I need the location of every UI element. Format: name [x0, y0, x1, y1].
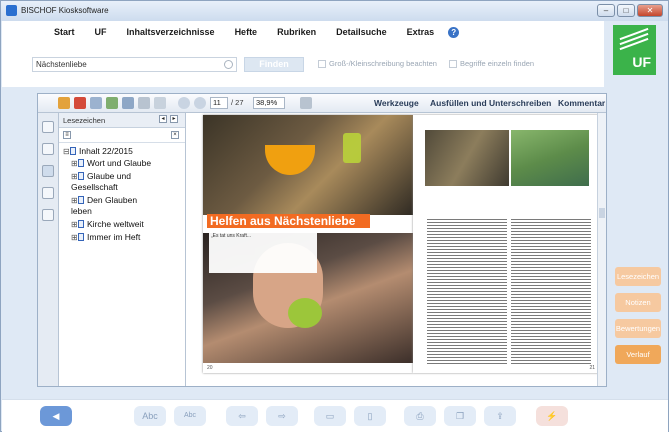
scroll-thumb[interactable] [599, 208, 605, 218]
single-page-button[interactable]: ▭ [314, 406, 346, 426]
bookmark-item[interactable]: ⊞ Immer im Heft [71, 232, 181, 243]
help-icon[interactable]: ? [448, 26, 460, 38]
attachment-icon[interactable] [42, 187, 54, 199]
kitchen-photo [425, 130, 509, 186]
pull-quote: „Es tat uns Kraft... [209, 231, 317, 273]
page-total: / 27 [231, 98, 244, 107]
maximize-button[interactable]: □ [617, 4, 635, 17]
fill-sign-tab[interactable]: Ausfüllen und Unterschreiben [430, 98, 551, 108]
single-terms-checkbox[interactable] [449, 60, 457, 68]
tab-bewertungen[interactable]: Bewertungen [615, 319, 661, 338]
pdf-viewer: 11 / 27 38,9% Werkzeuge Ausfüllen und Un… [37, 93, 607, 387]
collapse-panel-button[interactable]: ◂ [159, 115, 167, 123]
bookmark-item[interactable]: ⊞ Wort und Glaube [71, 158, 181, 169]
create-icon[interactable] [58, 97, 70, 109]
bookmark-root[interactable]: ⊟ Inhalt 22/2015 [63, 146, 133, 157]
glass [343, 133, 361, 163]
search-bar: Nächstenliebe Finden Groß-/Kleinschreibu… [2, 43, 604, 87]
apple [288, 298, 322, 328]
close-button[interactable]: ✕ [637, 4, 663, 17]
lock-icon[interactable] [42, 121, 54, 133]
copy-button[interactable]: ❐ [444, 406, 476, 426]
save-icon[interactable] [122, 97, 134, 109]
page-number-left: 20 [207, 365, 213, 371]
case-sensitive-label: Groß-/Kleinschreibung beachten [329, 59, 437, 68]
bookmark-list: ⊟ Inhalt 22/2015 ⊞ Wort und Glaube ⊞ Glaube… [59, 144, 185, 386]
text-column-2 [511, 217, 591, 365]
pdf-icon[interactable] [74, 97, 86, 109]
page-down-icon[interactable] [194, 97, 206, 109]
double-page-button[interactable]: ▯ [354, 406, 386, 426]
outdoor-photo [511, 130, 589, 186]
pdf-toolbar: 11 / 27 38,9% Werkzeuge Ausfüllen und Un… [38, 94, 606, 113]
font-larger-button[interactable]: Abc [134, 406, 166, 426]
tab-lesezeichen[interactable]: Lesezeichen [615, 267, 661, 286]
page-number-input[interactable]: 11 [210, 97, 228, 109]
logo-text: UF [632, 54, 651, 70]
main-menu: Start UF Inhaltsverzeichnisse Hefte Rubr… [2, 21, 604, 43]
bookmark-item[interactable]: ⊞ Glaube und Gesellschaft [71, 171, 159, 193]
back-button[interactable]: ◀ [40, 406, 72, 426]
export-button[interactable]: ⇪ [484, 406, 516, 426]
menu-detailsuche[interactable]: Detailsuche [336, 27, 387, 37]
page-number-right: 21 [589, 365, 595, 371]
left-page: Helfen aus Nächstenliebe „Es tat uns Kra… [203, 115, 413, 373]
print-button[interactable]: ⎙ [404, 406, 436, 426]
text-column-1 [427, 217, 507, 365]
prev-page-button[interactable]: ⇦ [226, 406, 258, 426]
navigation-pane [38, 113, 59, 386]
bookmark-options-icon[interactable]: ≡ [63, 131, 71, 139]
soup-photo [203, 115, 413, 215]
tools-tab[interactable]: Werkzeuge [374, 98, 419, 108]
menu-extras[interactable]: Extras [407, 27, 435, 37]
structure-icon[interactable] [42, 209, 54, 221]
article-headline: Helfen aus Nächstenliebe [207, 214, 370, 228]
fit-page-icon[interactable] [300, 97, 312, 109]
bookmarks-title: Lesezeichen [63, 116, 106, 125]
single-terms-label: Begriffe einzeln finden [460, 59, 535, 68]
search-input[interactable]: Nächstenliebe [32, 57, 237, 72]
right-page: 21 [413, 115, 599, 373]
pages-icon[interactable] [42, 143, 54, 155]
menu-rubriken[interactable]: Rubriken [277, 27, 316, 37]
bookmark-icon[interactable] [42, 165, 54, 177]
bookmark-item[interactable]: ⊞ Kirche weltweit [71, 219, 181, 230]
minimize-button[interactable]: – [597, 4, 615, 17]
menu-start[interactable]: Start [54, 27, 75, 37]
comment-tab[interactable]: Kommentar [558, 98, 605, 108]
share-icon[interactable] [106, 97, 118, 109]
bookmark-item[interactable]: ⊞ Den Glauben leben [71, 195, 159, 217]
next-page-button[interactable]: ⇨ [266, 406, 298, 426]
case-sensitive-checkbox[interactable] [318, 60, 326, 68]
page-up-icon[interactable] [178, 97, 190, 109]
tab-notizen[interactable]: Notizen [615, 293, 661, 312]
title-bar: BISCHOF Kiosksoftware – □ ✕ [1, 1, 668, 21]
menu-hefte[interactable]: Hefte [235, 27, 258, 37]
uf-logo: UF [613, 25, 656, 75]
vertical-scrollbar[interactable] [597, 113, 606, 386]
pdf-button[interactable]: ⚡ [536, 406, 568, 426]
search-icon[interactable] [224, 60, 233, 69]
find-button[interactable]: Finden [244, 57, 304, 72]
bottom-toolbar: ◀ Abc Abc ⇦ ⇨ ▭ ▯ ⎙ ❐ ⇪ ⚡ [2, 399, 668, 432]
window-title: BISCHOF Kiosksoftware [21, 6, 109, 15]
bookmarks-panel: Lesezeichen ◂ ▸ ≡ × ⊟ Inhalt 22/2015 ⊞ Wor… [59, 113, 186, 386]
soup-bowl [265, 145, 315, 175]
app-window: BISCHOF Kiosksoftware – □ ✕ Start UF Inh… [0, 0, 669, 432]
expand-panel-button[interactable]: ▸ [170, 115, 178, 123]
print-icon[interactable] [138, 97, 150, 109]
tab-verlauf[interactable]: Verlauf [615, 345, 661, 364]
font-smaller-button[interactable]: Abc [174, 406, 206, 426]
zoom-select[interactable]: 38,9% [253, 97, 285, 109]
menu-inhaltsverzeichnisse[interactable]: Inhaltsverzeichnisse [127, 27, 215, 37]
delete-bookmark-icon[interactable]: × [171, 131, 179, 139]
mail-icon[interactable] [154, 97, 166, 109]
edit-icon[interactable] [90, 97, 102, 109]
app-icon [6, 5, 17, 16]
menu-uf[interactable]: UF [95, 27, 107, 37]
